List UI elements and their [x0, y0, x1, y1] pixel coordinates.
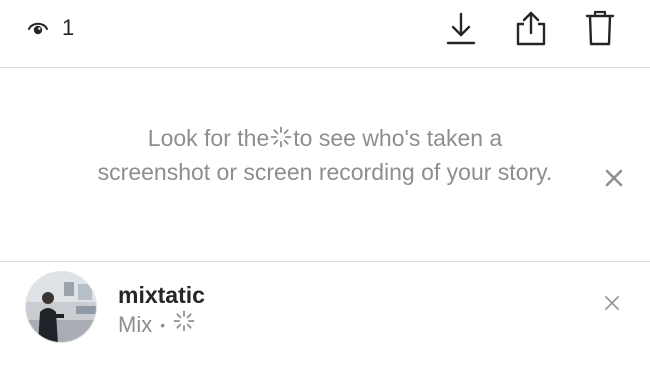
screenshot-notice-banner: Look for the to see who's taken a screens… — [0, 68, 650, 262]
avatar[interactable] — [25, 271, 97, 343]
trash-icon — [585, 10, 615, 51]
screenshot-sparkle-icon — [173, 310, 195, 339]
screenshot-sparkle-icon — [270, 124, 292, 156]
viewer-username[interactable]: mixtatic — [118, 281, 205, 309]
download-icon — [445, 11, 477, 50]
separator-dot: • — [160, 316, 166, 333]
download-button[interactable] — [441, 8, 481, 52]
share-button[interactable] — [511, 8, 551, 52]
story-viewer-header: 1 — [0, 0, 650, 68]
viewer-display-name: Mix — [118, 311, 153, 337]
close-icon — [604, 168, 624, 193]
view-count: 1 — [62, 15, 75, 40]
notice-text-before: Look for the — [147, 125, 270, 151]
share-icon — [513, 10, 549, 51]
screenshot-notice-text: Look for the to see who's taken a screens… — [95, 122, 555, 188]
eye-icon — [28, 21, 48, 35]
viewer-list-item[interactable]: mixtatic Mix • — [0, 263, 650, 353]
close-icon — [603, 294, 621, 317]
dismiss-notice-button[interactable] — [600, 166, 628, 194]
viewer-subline: Mix • — [118, 310, 195, 339]
views-indicator[interactable]: 1 — [28, 16, 74, 40]
delete-button[interactable] — [580, 8, 620, 52]
remove-viewer-button[interactable] — [599, 292, 625, 318]
